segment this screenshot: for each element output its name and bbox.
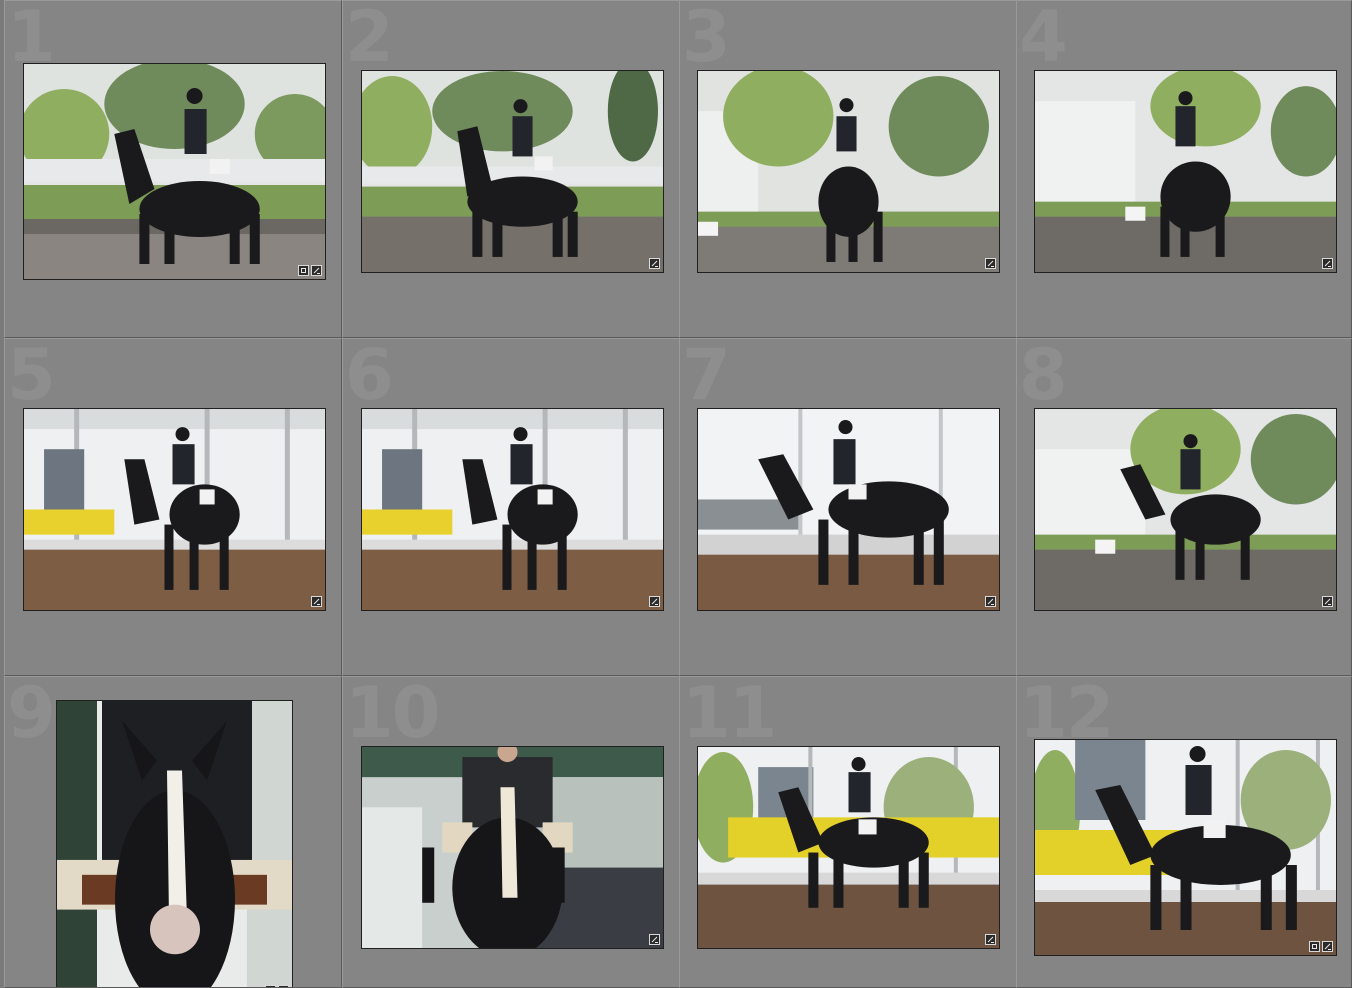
horse-rider-photo <box>698 409 999 610</box>
photo-thumbnail[interactable] <box>361 408 664 611</box>
thumbnail-badges <box>985 596 996 607</box>
thumbnail-badges <box>985 934 996 945</box>
grid-cell-5[interactable]: 5 <box>4 338 342 676</box>
photo-thumbnail[interactable] <box>361 70 664 273</box>
cell-index-number: 10 <box>345 676 440 754</box>
cell-index-number: 8 <box>1019 338 1068 416</box>
thumbnail-badges <box>1322 258 1333 269</box>
horse-rider-photo <box>1035 740 1336 955</box>
photo-thumbnail[interactable] <box>1034 739 1337 956</box>
edit-icon[interactable] <box>649 596 660 607</box>
photo-thumbnail[interactable] <box>697 746 1000 949</box>
edit-icon[interactable] <box>985 934 996 945</box>
cell-index-number: 4 <box>1019 0 1068 78</box>
grid-cell-12[interactable]: 12 <box>1016 676 1352 988</box>
crop-icon[interactable] <box>1309 941 1320 952</box>
horse-rider-photo <box>24 409 325 610</box>
cell-index-number: 9 <box>7 676 56 754</box>
edit-icon[interactable] <box>649 258 660 269</box>
horse-rider-photo <box>698 747 999 948</box>
edit-icon[interactable] <box>985 258 996 269</box>
grid-cell-10[interactable]: 10 <box>342 676 680 988</box>
cell-index-number: 6 <box>345 338 394 416</box>
grid-cell-9[interactable]: 9 <box>4 676 342 988</box>
library-grid: 1 2 3 4 5 6 7 8 9 10 11 12 <box>0 0 1352 988</box>
grid-cell-3[interactable]: 3 <box>679 0 1017 338</box>
horse-rider-photo <box>24 64 325 279</box>
thumbnail-badges <box>311 596 322 607</box>
grid-cell-4[interactable]: 4 <box>1016 0 1352 338</box>
thumbnail-badges <box>649 596 660 607</box>
thumbnail-badges <box>985 258 996 269</box>
grid-cell-8[interactable]: 8 <box>1016 338 1352 676</box>
photo-thumbnail[interactable] <box>1034 70 1337 273</box>
thumbnail-badges <box>649 934 660 945</box>
grid-cell-2[interactable]: 2 <box>342 0 680 338</box>
photo-thumbnail[interactable] <box>56 700 293 987</box>
horse-rider-photo <box>1035 71 1336 272</box>
thumbnail-badges <box>1309 941 1333 952</box>
grid-cell-6[interactable]: 6 <box>342 338 680 676</box>
cell-index-number: 5 <box>7 338 56 416</box>
thumbnail-badges <box>298 265 322 276</box>
horse-rider-photo <box>362 71 663 272</box>
cell-index-number: 2 <box>345 0 394 78</box>
grid-cell-1[interactable]: 1 <box>4 0 342 338</box>
crop-icon[interactable] <box>298 265 309 276</box>
cell-index-number: 3 <box>682 0 731 78</box>
photo-thumbnail[interactable] <box>697 70 1000 273</box>
edit-icon[interactable] <box>649 934 660 945</box>
edit-icon[interactable] <box>311 596 322 607</box>
thumbnail-badges <box>649 258 660 269</box>
horse-rider-photo <box>362 409 663 610</box>
horse-rider-photo <box>1035 409 1336 610</box>
edit-icon[interactable] <box>311 265 322 276</box>
edit-icon[interactable] <box>1322 258 1333 269</box>
cell-index-number: 11 <box>682 676 777 754</box>
photo-thumbnail[interactable] <box>697 408 1000 611</box>
cell-index-number: 7 <box>682 338 731 416</box>
horse-rider-photo <box>362 747 663 948</box>
grid-cell-11[interactable]: 11 <box>679 676 1017 988</box>
photo-thumbnail[interactable] <box>23 63 326 280</box>
photo-thumbnail[interactable] <box>23 408 326 611</box>
photo-thumbnail[interactable] <box>361 746 664 949</box>
thumbnail-badges <box>1322 596 1333 607</box>
edit-icon[interactable] <box>1322 596 1333 607</box>
horse-rider-photo <box>57 701 292 987</box>
horse-rider-photo <box>698 71 999 272</box>
grid-cell-7[interactable]: 7 <box>679 338 1017 676</box>
photo-thumbnail[interactable] <box>1034 408 1337 611</box>
edit-icon[interactable] <box>985 596 996 607</box>
edit-icon[interactable] <box>1322 941 1333 952</box>
